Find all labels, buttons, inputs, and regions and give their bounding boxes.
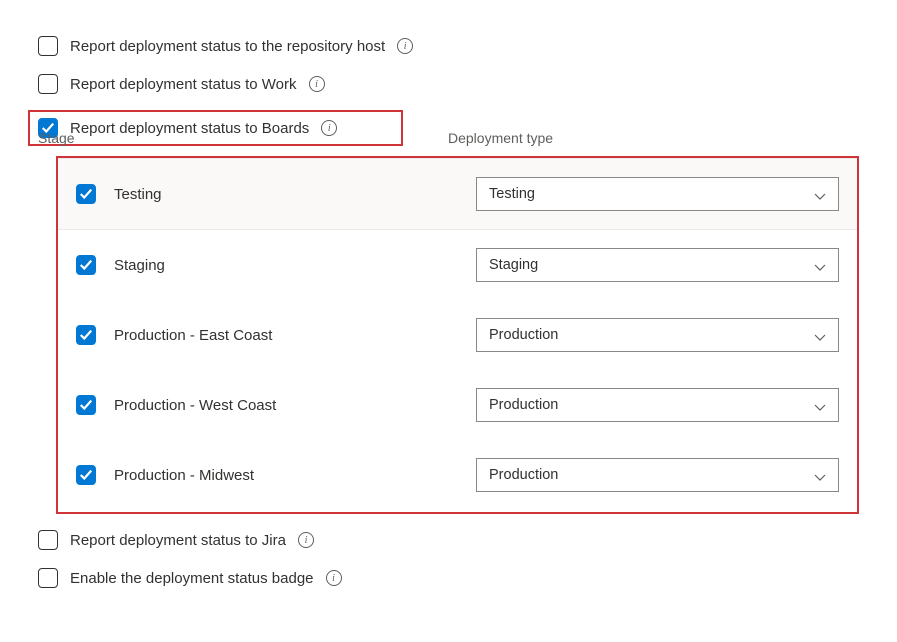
option-label-badge: Enable the deployment status badge xyxy=(70,570,314,587)
checkbox-stage-prod-east[interactable] xyxy=(76,325,96,345)
stage-name: Staging xyxy=(114,257,165,274)
stages-container: Testing Testing Staging Staging xyxy=(56,156,859,514)
stage-left: Testing xyxy=(76,184,476,204)
stage-row: Production - Midwest Production xyxy=(58,440,857,510)
info-icon[interactable]: i xyxy=(326,570,342,586)
checkbox-stage-staging[interactable] xyxy=(76,255,96,275)
stage-left: Production - East Coast xyxy=(76,325,476,345)
stage-name: Testing xyxy=(114,186,162,203)
stage-column-header: Stage xyxy=(38,130,448,146)
dropdown-value: Production xyxy=(489,327,558,343)
checkbox-stage-prod-midwest[interactable] xyxy=(76,465,96,485)
deployment-type-dropdown[interactable]: Production xyxy=(476,458,839,492)
stage-left: Production - Midwest xyxy=(76,465,476,485)
dropdown-value: Staging xyxy=(489,257,538,273)
stage-left: Staging xyxy=(76,255,476,275)
deployment-type-dropdown[interactable]: Testing xyxy=(476,177,839,211)
option-work: Report deployment status to Work i xyxy=(38,74,859,94)
chevron-down-icon xyxy=(814,188,826,200)
checkbox-jira[interactable] xyxy=(38,530,58,550)
info-icon[interactable]: i xyxy=(298,532,314,548)
stage-row: Production - East Coast Production xyxy=(58,300,857,370)
option-label-jira: Report deployment status to Jira xyxy=(70,532,286,549)
checkbox-work[interactable] xyxy=(38,74,58,94)
stage-left: Production - West Coast xyxy=(76,395,476,415)
info-icon[interactable]: i xyxy=(397,38,413,54)
deployment-type-dropdown[interactable]: Production xyxy=(476,388,839,422)
checkbox-stage-prod-west[interactable] xyxy=(76,395,96,415)
dropdown-value: Testing xyxy=(489,186,535,202)
stage-name: Production - West Coast xyxy=(114,397,276,414)
chevron-down-icon xyxy=(814,469,826,481)
option-repo-host: Report deployment status to the reposito… xyxy=(38,36,859,56)
chevron-down-icon xyxy=(814,259,826,271)
stages-header: Stage Deployment type xyxy=(38,130,859,152)
dropdown-value: Production xyxy=(489,397,558,413)
stages-section: Stage Deployment type Testing Testing xyxy=(38,130,859,514)
checkbox-repo-host[interactable] xyxy=(38,36,58,56)
checkbox-stage-testing[interactable] xyxy=(76,184,96,204)
option-jira: Report deployment status to Jira i xyxy=(38,530,859,550)
option-label-repo-host: Report deployment status to the reposito… xyxy=(70,38,385,55)
type-column-header: Deployment type xyxy=(448,130,553,146)
stage-row: Production - West Coast Production xyxy=(58,370,857,440)
deployment-type-dropdown[interactable]: Staging xyxy=(476,248,839,282)
option-label-work: Report deployment status to Work xyxy=(70,76,297,93)
stage-name: Production - Midwest xyxy=(114,467,254,484)
stage-name: Production - East Coast xyxy=(114,327,272,344)
stage-row: Staging Staging xyxy=(58,230,857,300)
info-icon[interactable]: i xyxy=(309,76,325,92)
stage-row: Testing Testing xyxy=(58,158,857,230)
chevron-down-icon xyxy=(814,399,826,411)
checkbox-badge[interactable] xyxy=(38,568,58,588)
dropdown-value: Production xyxy=(489,467,558,483)
chevron-down-icon xyxy=(814,329,826,341)
option-badge: Enable the deployment status badge i xyxy=(38,568,859,588)
deployment-type-dropdown[interactable]: Production xyxy=(476,318,839,352)
